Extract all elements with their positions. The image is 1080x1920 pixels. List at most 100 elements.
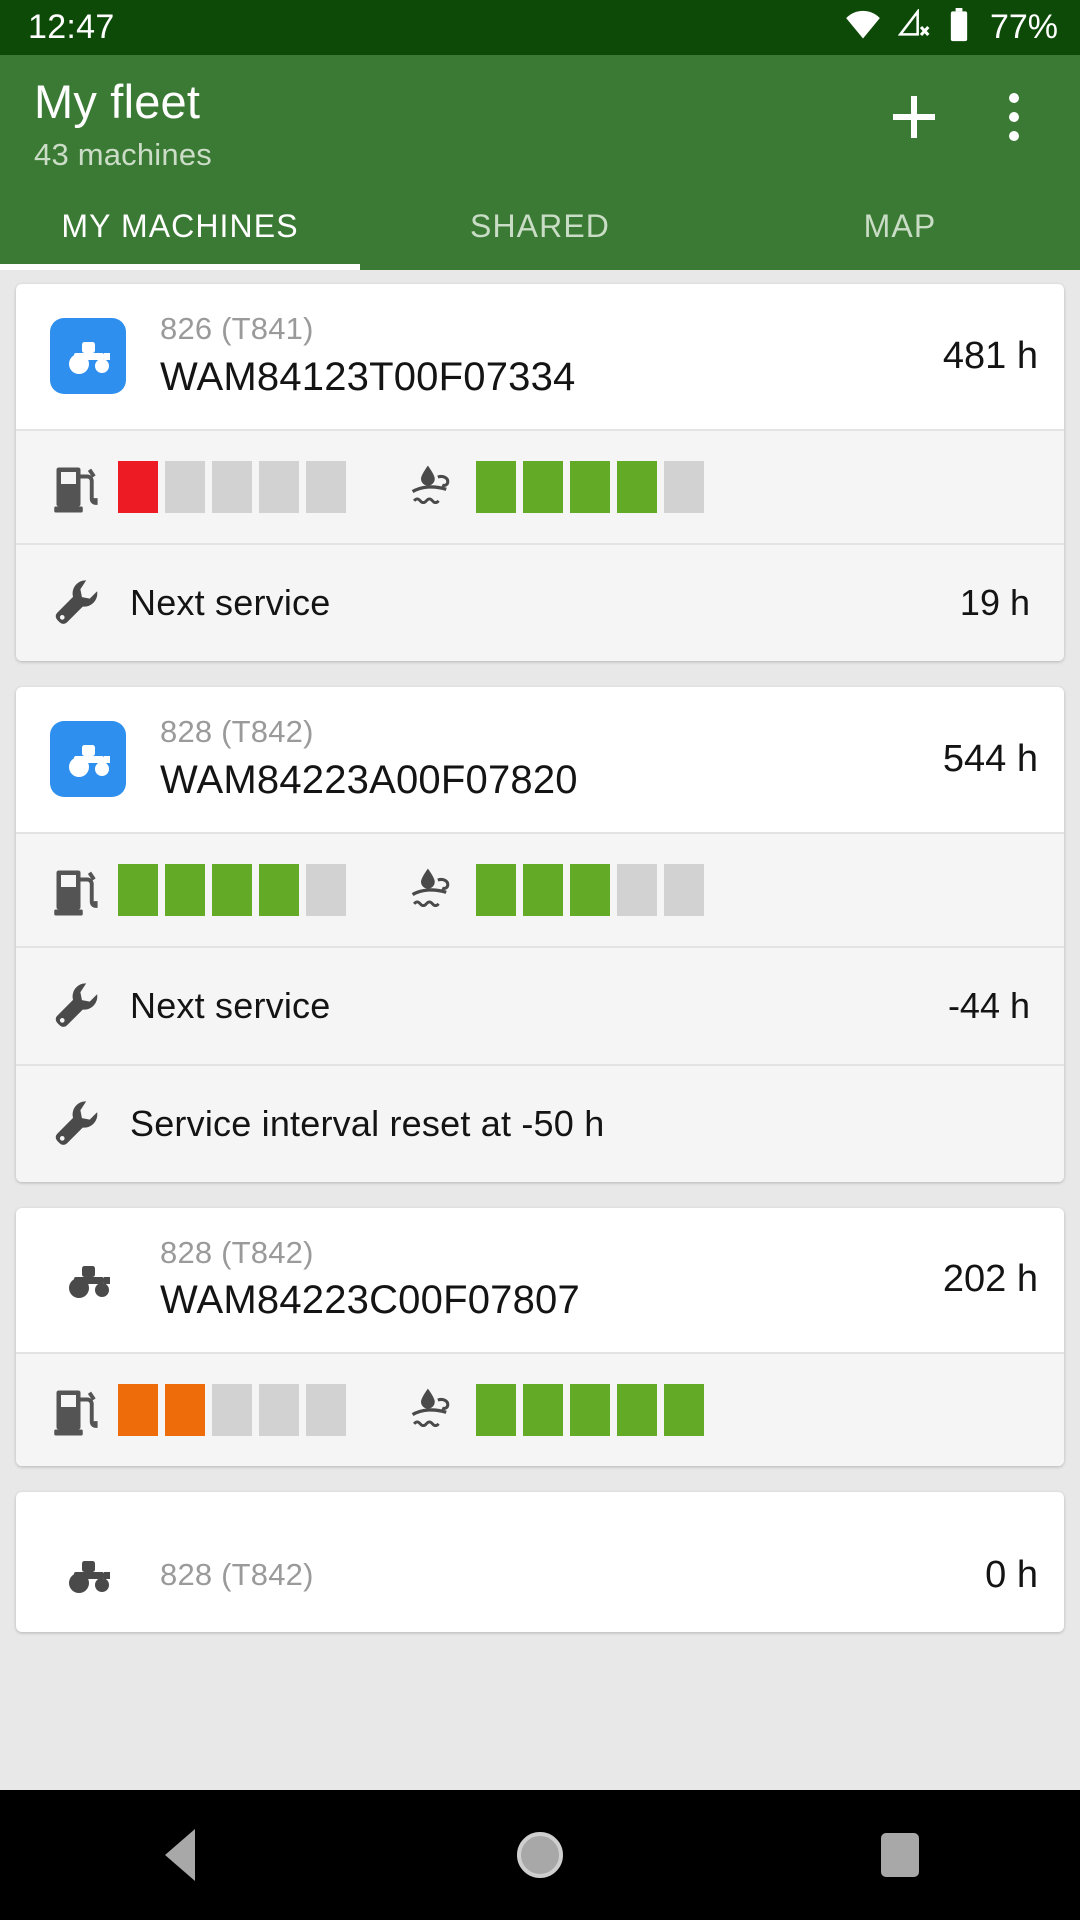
service-row-label: Service interval reset at -50 h — [130, 1102, 605, 1144]
wrench-icon — [50, 1096, 102, 1152]
fuel-level-gauge — [50, 1382, 346, 1438]
machine-card[interactable]: 826 (T841) WAM84123T00F07334 481 h Next ser… — [16, 284, 1064, 661]
def-bar-segment — [664, 460, 704, 513]
fuel-bar-segment — [306, 460, 346, 513]
tab-my-machines[interactable]: MY MACHINES — [0, 182, 360, 270]
def-bar-segment — [617, 1384, 657, 1437]
fuel-pump-icon — [50, 459, 102, 515]
def-bar-segment — [664, 863, 704, 916]
machine-list[interactable]: 826 (T841) WAM84123T00F07334 481 h Next ser… — [0, 270, 1080, 1633]
service-row[interactable]: Service interval reset at -50 h — [16, 1065, 1064, 1182]
machine-hours-label: 202 h — [942, 1258, 1038, 1301]
fuel-bar-segment — [165, 863, 205, 916]
service-row-label: Next service — [130, 581, 331, 623]
page-title: My fleet — [34, 75, 201, 128]
fuel-bar-segment — [259, 863, 299, 916]
fuel-bars — [118, 863, 346, 916]
machine-identity: 828 (T842) — [160, 1556, 967, 1595]
machine-levels-row — [16, 430, 1064, 543]
fuel-bar-segment — [118, 863, 158, 916]
machine-hours-label: 0 h — [985, 1553, 1038, 1596]
battery-percent-label: 77% — [989, 8, 1058, 46]
def-bar-segment — [476, 460, 516, 513]
tab-shared[interactable]: SHARED — [360, 182, 720, 270]
def-bar-segment — [476, 1384, 516, 1437]
service-row-value: 19 h — [959, 581, 1030, 623]
machine-model-label: 826 (T841) — [160, 311, 314, 346]
tractor-icon — [50, 318, 126, 395]
status-bar-clock: 12:47 — [28, 8, 115, 46]
machine-identity: 828 (T842) WAM84223C00F07807 — [160, 1234, 925, 1327]
machine-hours-label: 481 h — [942, 334, 1038, 377]
def-bar-segment — [570, 1384, 610, 1437]
fuel-level-gauge — [50, 459, 346, 515]
wifi-icon — [844, 10, 882, 45]
fuel-level-gauge — [50, 862, 346, 918]
machine-card-header[interactable]: 828 (T842) WAM84223C00F07807 202 h — [16, 1208, 1064, 1353]
fuel-bar-segment — [118, 1384, 158, 1437]
machine-hours-label: 544 h — [942, 737, 1038, 780]
nav-home-button[interactable] — [475, 1790, 605, 1920]
machine-model-label: 828 (T842) — [160, 1234, 314, 1270]
tractor-icon — [50, 1242, 126, 1318]
recents-icon — [881, 1833, 919, 1877]
def-bar-segment — [664, 1384, 704, 1437]
def-bar-segment — [570, 863, 610, 916]
machine-identity: 828 (T842) WAM84223A00F07820 — [160, 713, 925, 806]
def-level-gauge — [408, 459, 704, 515]
battery-icon — [948, 8, 970, 47]
service-row-value: -44 h — [947, 984, 1030, 1026]
machine-card-header[interactable]: 826 (T841) WAM84123T00F07334 481 h — [16, 284, 1064, 429]
def-bar-segment — [570, 460, 610, 513]
def-bar-segment — [617, 460, 657, 513]
fuel-bar-segment — [259, 1384, 299, 1437]
nav-recents-button[interactable] — [835, 1790, 965, 1920]
machine-card[interactable]: 828 (T842) 0 h — [16, 1492, 1064, 1633]
service-row[interactable]: Next service -44 h — [16, 947, 1064, 1064]
add-machine-button[interactable] — [886, 89, 942, 145]
nav-back-button[interactable] — [115, 1790, 245, 1920]
tractor-icon — [50, 721, 126, 798]
fuel-bar-segment — [212, 460, 252, 513]
machine-identity: 826 (T841) WAM84123T00F07334 — [160, 310, 925, 403]
def-bar-segment — [523, 460, 563, 513]
wrench-icon — [50, 978, 102, 1034]
tab-map[interactable]: MAP — [720, 182, 1080, 270]
home-icon — [517, 1832, 563, 1878]
fuel-bar-segment — [306, 863, 346, 916]
def-fluid-icon — [408, 1382, 460, 1438]
android-navigation-bar — [0, 1790, 1080, 1920]
def-fluid-icon — [408, 459, 460, 515]
machine-card[interactable]: 828 (T842) WAM84223C00F07807 202 h — [16, 1207, 1064, 1467]
tab-bar: MY MACHINES SHARED MAP — [0, 182, 1080, 270]
def-bars — [476, 460, 704, 513]
machine-card-header[interactable]: 828 (T842) 0 h — [16, 1492, 1064, 1632]
machine-vin-label: WAM84223C00F07807 — [160, 1278, 580, 1323]
app-bar: My fleet 43 machines MY MACHINES SHARED … — [0, 55, 1080, 270]
machine-card[interactable]: 828 (T842) WAM84223A00F07820 544 h Next ser… — [16, 686, 1064, 1182]
def-level-gauge — [408, 1382, 704, 1438]
fuel-bar-segment — [165, 1384, 205, 1437]
machine-model-label: 828 (T842) — [160, 713, 314, 749]
overflow-menu-button[interactable] — [986, 89, 1042, 145]
back-icon — [165, 1829, 195, 1881]
def-bar-segment — [476, 863, 516, 916]
def-bar-segment — [523, 863, 563, 916]
fuel-bars — [118, 1384, 346, 1437]
def-bar-segment — [523, 1384, 563, 1437]
tractor-icon — [50, 1537, 126, 1613]
fuel-bar-segment — [259, 460, 299, 513]
def-level-gauge — [408, 862, 704, 918]
machine-vin-label: WAM84223A00F07820 — [160, 757, 578, 802]
def-bars — [476, 1384, 704, 1437]
fuel-bar-segment — [165, 460, 205, 513]
fuel-bar-segment — [118, 460, 158, 513]
status-bar: 12:47 77% — [0, 0, 1080, 55]
machine-count-label: 43 machines — [34, 137, 212, 173]
fuel-pump-icon — [50, 862, 102, 918]
machine-levels-row — [16, 1354, 1064, 1467]
machine-card-header[interactable]: 828 (T842) WAM84223A00F07820 544 h — [16, 687, 1064, 832]
cellular-off-icon — [897, 7, 932, 46]
service-row[interactable]: Next service 19 h — [16, 544, 1064, 661]
fuel-bar-segment — [212, 1384, 252, 1437]
